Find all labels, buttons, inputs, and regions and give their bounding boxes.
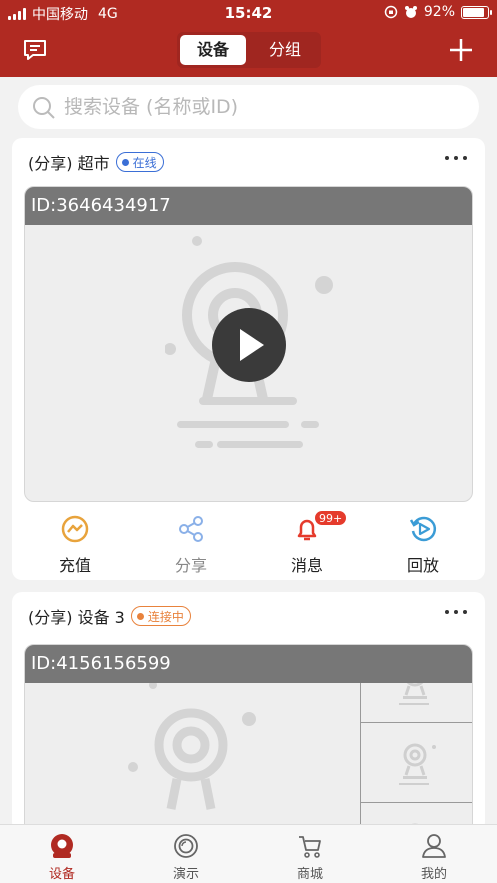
messages-button[interactable]: 99+ 消息 — [248, 510, 366, 576]
play-button[interactable] — [212, 308, 286, 382]
camera-placeholder-icon — [399, 743, 436, 785]
message-center-icon[interactable] — [22, 38, 48, 62]
device-name: (分享) 设备 3 — [28, 608, 125, 627]
battery-text: 92% — [423, 4, 455, 20]
recharge-button[interactable]: 充值 — [16, 510, 134, 576]
status-badge: 连接中 — [130, 606, 191, 626]
search-bar — [18, 85, 479, 129]
camera-thumbnail[interactable] — [361, 725, 472, 803]
search-icon — [33, 97, 55, 119]
device-card: (分享) 设备 3 连接中 ID:4156156599 — [12, 592, 485, 832]
search-input[interactable] — [64, 91, 464, 123]
recharge-icon — [61, 515, 89, 543]
device-actions: 充值 分享 99+ 消息 回放 — [12, 510, 485, 576]
playback-button[interactable]: 回放 — [364, 510, 482, 576]
tab-mall[interactable]: 商城 — [248, 825, 372, 882]
video-preview[interactable]: ID:4156156599 — [24, 644, 473, 832]
tab-mine[interactable]: 我的 — [372, 825, 496, 882]
camera-icon — [51, 834, 73, 858]
tab-demo[interactable]: 演示 — [124, 825, 248, 882]
device-id-label: ID:4156156599 — [25, 645, 472, 683]
device-card: (分享) 超市 在线 ID:3646434917 充值 分享 99+ 消息 回放 — [12, 138, 485, 580]
more-options-icon[interactable] — [445, 610, 467, 614]
status-bar: 中国移动 4G 15:42 92% — [0, 0, 497, 26]
more-options-icon[interactable] — [445, 156, 467, 160]
app-header: 中国移动 4G 15:42 92% 设备 分组 — [0, 0, 497, 77]
camera-placeholder-icon — [128, 681, 256, 810]
add-device-icon[interactable] — [447, 36, 475, 64]
bottom-tab-bar: 设备 演示 商城 我的 — [0, 824, 497, 883]
cart-icon — [299, 836, 321, 858]
device-id-label: ID:3646434917 — [25, 187, 472, 225]
user-icon — [422, 834, 446, 858]
rotation-lock-icon — [384, 5, 398, 19]
tab-devices-bottom[interactable]: 设备 — [0, 825, 124, 882]
demo-icon — [174, 834, 198, 858]
share-icon — [179, 516, 203, 542]
share-button[interactable]: 分享 — [132, 510, 250, 576]
message-count-badge: 99+ — [314, 510, 348, 526]
device-name: (分享) 超市 — [28, 154, 110, 173]
video-preview[interactable]: ID:3646434917 — [24, 186, 473, 502]
view-switcher: 设备 分组 — [177, 32, 321, 68]
alarm-icon — [404, 6, 417, 18]
tab-devices[interactable]: 设备 — [180, 35, 246, 65]
status-badge: 在线 — [115, 152, 164, 172]
battery-icon — [461, 5, 492, 19]
playback-icon — [409, 516, 437, 542]
tab-groups[interactable]: 分组 — [252, 35, 318, 65]
